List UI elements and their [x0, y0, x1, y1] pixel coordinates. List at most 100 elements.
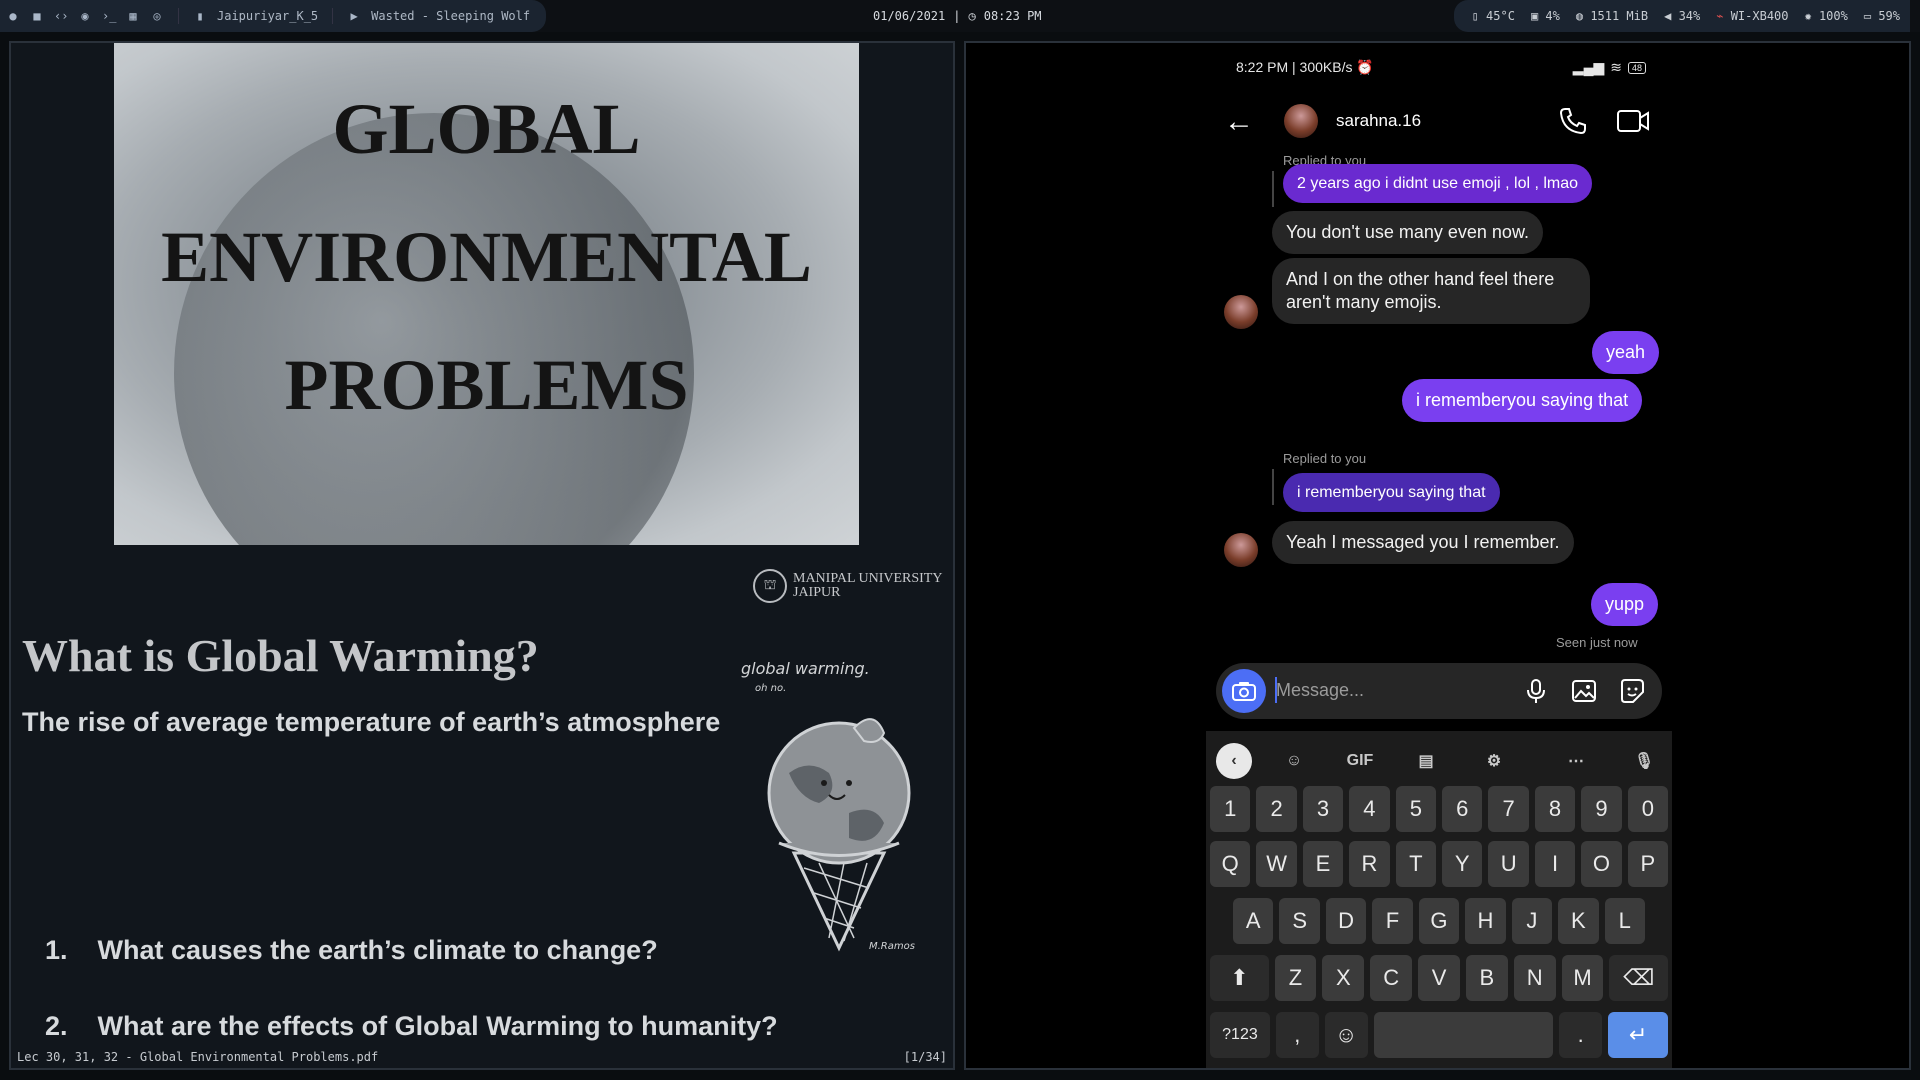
pdf-viewer-window[interactable]: GLOBAL ENVIRONMENTAL PROBLEMS ⛫ MANIPAL … [9, 41, 955, 1070]
volume-module[interactable]: ◀ 34% [1664, 9, 1700, 23]
key-y[interactable]: Y [1442, 841, 1483, 887]
slide-title-line: PROBLEMS [284, 345, 689, 425]
contact-avatar[interactable] [1284, 104, 1318, 138]
key-r[interactable]: R [1349, 841, 1390, 887]
key-o[interactable]: O [1581, 841, 1622, 887]
symbols-key[interactable]: ?123 [1210, 1012, 1270, 1058]
key-d[interactable]: D [1325, 898, 1367, 944]
key-h[interactable]: H [1465, 898, 1506, 944]
enter-key[interactable]: ↵ [1608, 1012, 1668, 1058]
outgoing-message[interactable]: yeah [1592, 331, 1660, 374]
key-a[interactable]: A [1233, 898, 1274, 944]
system-topbar: ● ■ ‹› ◉ ›_ ▦ ◎ ▮ Jaipuriyar_K_5 ▶ Waste… [0, 0, 1920, 32]
camera-icon[interactable]: ■ [30, 9, 44, 23]
terminal-icon[interactable]: ›_ [102, 9, 116, 23]
key-p[interactable]: P [1627, 841, 1669, 887]
divider: | [953, 9, 961, 23]
phone-status-bar: 8:22 PM | 300KB/s ⏰ ▂▄▆ ≋ 48 [1236, 59, 1646, 76]
key-z[interactable]: Z [1274, 955, 1317, 1001]
message-input[interactable]: Message... [1276, 680, 1364, 701]
key-4[interactable]: 4 [1349, 786, 1390, 832]
key-i[interactable]: I [1534, 841, 1576, 887]
slide-title-line: ENVIRONMENTAL [161, 217, 812, 297]
space-key[interactable] [1373, 1012, 1554, 1058]
gif-button[interactable]: GIF [1342, 743, 1378, 779]
signal-icon: ▮ [196, 9, 204, 23]
key-e[interactable]: E [1302, 841, 1344, 887]
key-2[interactable]: 2 [1256, 786, 1297, 832]
question-item: 2. What are the effects of Global Warmin… [45, 1011, 778, 1042]
key-6[interactable]: 6 [1442, 786, 1483, 832]
replied-label: Replied to you [1283, 451, 1367, 466]
play-icon[interactable]: ▶ [347, 9, 361, 23]
key-s[interactable]: S [1279, 898, 1320, 944]
collapse-toolbar-icon[interactable]: ‹ [1216, 743, 1252, 779]
logo-line: MANIPAL UNIVERSITY [793, 571, 943, 586]
more-options-icon[interactable]: ⋯ [1558, 743, 1594, 779]
key-c[interactable]: C [1370, 955, 1413, 1001]
video-call-icon[interactable] [1616, 106, 1650, 136]
slide-title: GLOBAL ENVIRONMENTAL PROBLEMS [114, 65, 859, 449]
doodle-caption: global warming. [741, 659, 870, 678]
phone-mirror-window[interactable]: 8:22 PM | 300KB/s ⏰ ▂▄▆ ≋ 48 ← sarahna.1… [964, 41, 1911, 1070]
back-arrow-icon[interactable]: ← [1224, 105, 1254, 139]
key-g[interactable]: G [1418, 898, 1460, 944]
camera-button[interactable] [1222, 669, 1266, 713]
key-m[interactable]: M [1561, 955, 1604, 1001]
incoming-message[interactable]: Yeah I messaged you I remember. [1272, 521, 1574, 564]
key-k[interactable]: K [1558, 898, 1599, 944]
windows-icon[interactable]: ▦ [126, 9, 140, 23]
key-5[interactable]: 5 [1395, 786, 1437, 832]
question-text: What are the effects of Global Warming t… [97, 1011, 778, 1041]
key-3[interactable]: 3 [1302, 786, 1344, 832]
settings-icon[interactable]: ⚙ [1476, 743, 1512, 779]
key-9[interactable]: 9 [1581, 786, 1622, 832]
comma-key[interactable]: , [1275, 1012, 1319, 1058]
sticker-icon[interactable] [1618, 677, 1646, 705]
phone-call-icon[interactable] [1558, 106, 1588, 136]
key-u[interactable]: U [1488, 841, 1529, 887]
key-n[interactable]: N [1513, 955, 1556, 1001]
key-j[interactable]: J [1511, 898, 1553, 944]
outgoing-message[interactable]: i rememberyou saying that [1402, 379, 1643, 422]
clipboard-icon[interactable]: ▤ [1408, 743, 1444, 779]
gallery-icon[interactable] [1570, 677, 1598, 705]
workspace-label[interactable]: Jaipuriyar_K_5 [217, 9, 318, 23]
shift-key[interactable]: ⬆ [1210, 955, 1269, 1001]
emoji-sticker-icon[interactable]: ☺ [1276, 743, 1312, 779]
now-playing[interactable]: Wasted - Sleeping Wolf [371, 9, 530, 23]
key-q[interactable]: Q [1210, 841, 1251, 887]
quoted-message[interactable]: 2 years ago i didnt use emoji , lol , lm… [1283, 164, 1593, 203]
whatsapp-icon[interactable]: ◎ [150, 9, 164, 23]
brightness-module[interactable]: ✹ 100% [1805, 9, 1848, 23]
key-x[interactable]: X [1322, 955, 1365, 1001]
microphone-icon[interactable] [1522, 677, 1550, 705]
github-icon[interactable]: ◉ [78, 9, 92, 23]
key-0[interactable]: 0 [1627, 786, 1669, 832]
backspace-key[interactable]: ⌫ [1609, 955, 1669, 1001]
key-7[interactable]: 7 [1488, 786, 1529, 832]
wifi-off-icon: ⌁ [1716, 9, 1731, 23]
outgoing-message[interactable]: yupp [1591, 583, 1659, 626]
quoted-message[interactable]: i rememberyou saying that [1283, 473, 1500, 512]
memory-icon: ◍ [1575, 9, 1591, 23]
contact-mini-avatar [1224, 295, 1258, 329]
key-8[interactable]: 8 [1534, 786, 1576, 832]
code-icon[interactable]: ‹› [54, 9, 68, 23]
key-v[interactable]: V [1418, 955, 1460, 1001]
key-1[interactable]: 1 [1210, 786, 1251, 832]
pdf-page-indicator: [1/34] [903, 1050, 947, 1064]
key-t[interactable]: T [1395, 841, 1437, 887]
key-l[interactable]: L [1604, 898, 1645, 944]
key-b[interactable]: B [1465, 955, 1508, 1001]
incoming-message[interactable]: And I on the other hand feel there aren'… [1272, 258, 1590, 324]
incoming-message[interactable]: You don't use many even now. [1272, 211, 1543, 254]
period-key[interactable]: . [1559, 1012, 1603, 1058]
launcher-icon[interactable]: ● [6, 9, 20, 23]
key-f[interactable]: F [1372, 898, 1413, 944]
network-module[interactable]: ⌁ WI-XB400 [1716, 9, 1788, 23]
emoji-key[interactable]: ☺ [1324, 1012, 1368, 1058]
contact-username[interactable]: sarahna.16 [1336, 111, 1421, 131]
voice-input-icon[interactable]: 🎙 [1626, 743, 1662, 779]
key-w[interactable]: W [1256, 841, 1297, 887]
